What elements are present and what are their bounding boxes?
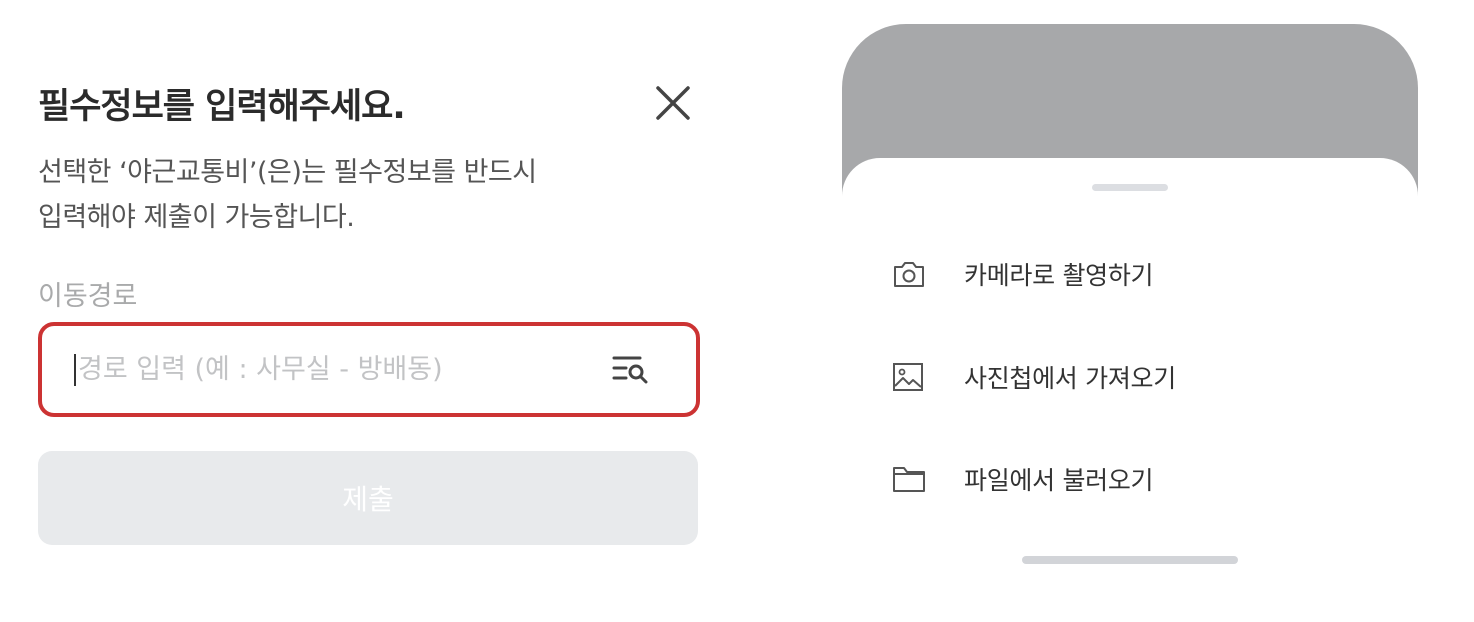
sheet-item-file[interactable]: 파일에서 불러오기 [882, 444, 1382, 514]
close-icon [656, 86, 690, 120]
route-input-container [38, 322, 700, 417]
route-search-button[interactable] [610, 350, 652, 388]
camera-icon [892, 254, 946, 294]
close-button[interactable] [650, 80, 696, 126]
home-indicator [1022, 556, 1238, 564]
sheet-item-label: 사진첩에서 가져오기 [964, 364, 1176, 393]
route-field-label: 이동경로 [38, 281, 138, 312]
list-search-icon [612, 356, 648, 384]
description-line-1: 선택한 ‘야근교통비’(은)는 필수정보를 반드시 [38, 157, 537, 188]
sheet-item-camera[interactable]: 카메라로 촬영하기 [882, 239, 1382, 309]
sheet-drag-handle[interactable] [1092, 184, 1168, 191]
image-icon [892, 357, 946, 397]
attachment-bottom-sheet: 카메라로 촬영하기 사진첩에서 가져오기 파일에서 불러오기 [842, 158, 1418, 622]
text-cursor [74, 354, 76, 386]
modal-title: 필수정보를 입력해주세요. [38, 87, 406, 127]
route-input[interactable] [78, 342, 588, 396]
submit-button[interactable]: 제출 [38, 451, 698, 545]
sheet-item-album[interactable]: 사진첩에서 가져오기 [882, 342, 1382, 412]
modal-description: 선택한 ‘야근교통비’(은)는 필수정보를 반드시 입력해야 제출이 가능합니다… [38, 150, 537, 240]
description-line-2: 입력해야 제출이 가능합니다. [38, 202, 355, 233]
sheet-item-label: 카메라로 촬영하기 [964, 261, 1154, 290]
folder-icon [892, 459, 946, 499]
required-info-modal: 필수정보를 입력해주세요. 선택한 ‘야근교통비’(은)는 필수정보를 반드시 … [0, 0, 740, 622]
sheet-item-label: 파일에서 불러오기 [964, 466, 1154, 495]
